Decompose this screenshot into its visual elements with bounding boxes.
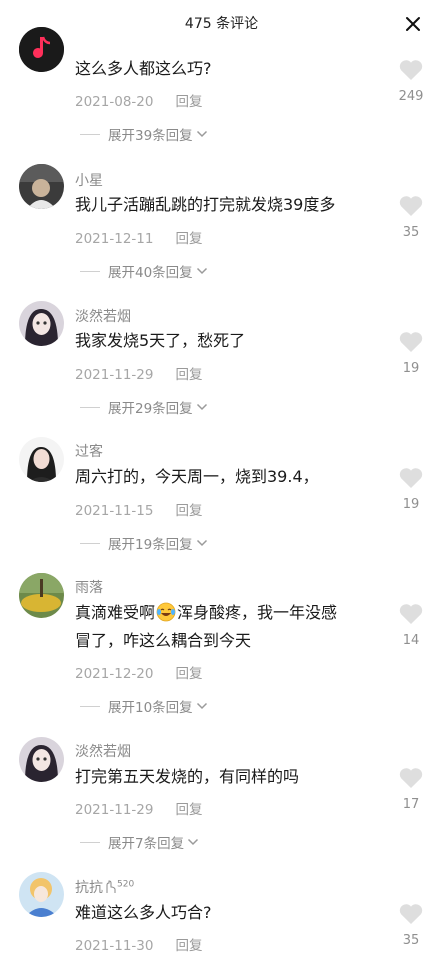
expand-replies-label: 展开10条回复 (108, 700, 193, 716)
comment-meta: 2021-11-29 回复 (75, 363, 202, 383)
divider (80, 542, 100, 544)
like-button[interactable]: 14 (395, 603, 427, 648)
expand-replies-button[interactable]: 展开19条回复 (80, 533, 208, 553)
chevron-down-icon (196, 126, 208, 142)
chevron-down-icon (196, 698, 208, 714)
like-button[interactable]: 249 (395, 59, 427, 104)
heart-icon (399, 604, 423, 624)
like-count: 35 (402, 225, 420, 240)
like-count: 17 (402, 797, 420, 812)
heart-icon (399, 196, 423, 216)
reply-button[interactable]: 回复 (175, 666, 202, 682)
comment-text-part: 真滴难受啊 (75, 603, 156, 622)
close-button[interactable] (405, 16, 421, 32)
avatar[interactable] (19, 27, 64, 72)
comment-meta: 2021-08-20 回复 (75, 90, 202, 110)
comment-text: 我儿子活蹦乱跳的打完就发烧39度多 (75, 195, 336, 214)
comment-meta: 2021-12-11 回复 (75, 227, 202, 247)
comment-meta: 2021-11-15 回复 (75, 499, 202, 519)
avatar[interactable] (19, 872, 64, 917)
like-button[interactable]: 35 (395, 195, 427, 240)
avatar[interactable] (19, 301, 64, 346)
heart-icon (399, 332, 423, 352)
comment-meta: 2021-11-30 回复 (75, 934, 202, 954)
expand-replies-button[interactable]: 展开39条回复 (80, 124, 208, 144)
heart-icon (399, 468, 423, 488)
expand-replies-label: 展开29条回复 (108, 401, 193, 417)
comment-username[interactable]: 小星 (75, 170, 103, 190)
avatar[interactable] (19, 437, 64, 482)
reply-button[interactable]: 回复 (175, 367, 202, 383)
chevron-down-icon (196, 399, 208, 415)
comment-username[interactable]: 淡然若烟 (75, 306, 131, 326)
chevron-down-icon (196, 535, 208, 551)
comment-date: 2021-11-29 (75, 802, 154, 818)
chevron-down-icon (187, 834, 199, 850)
expand-replies-label: 展开39条回复 (108, 128, 193, 144)
reply-button[interactable]: 回复 (175, 938, 202, 954)
chevron-down-icon (196, 263, 208, 279)
comment-date: 2021-12-20 (75, 666, 154, 682)
comment-text: 周六打的，今天周一，烧到39.4， (75, 467, 319, 486)
comment-meta: 2021-12-20 回复 (75, 662, 202, 682)
avatar[interactable] (19, 573, 64, 618)
avatar[interactable] (19, 737, 64, 782)
reply-button[interactable]: 回复 (175, 503, 202, 519)
avatar[interactable] (19, 164, 64, 209)
comment-date: 2021-08-20 (75, 94, 154, 110)
comment-username[interactable]: 雨落 (75, 577, 103, 597)
comment-text: 难道这么多人巧合? (75, 903, 212, 922)
divider (80, 705, 100, 707)
like-count: 249 (398, 89, 424, 104)
divider (80, 406, 100, 408)
heart-icon (399, 60, 423, 80)
divider (80, 270, 100, 272)
like-count: 35 (402, 933, 420, 948)
comment-text: 这么多人都这么巧? (75, 59, 212, 78)
reply-button[interactable]: 回复 (175, 231, 202, 247)
comment-date: 2021-11-29 (75, 367, 154, 383)
like-button[interactable]: 17 (395, 767, 427, 812)
expand-replies-label: 展开40条回复 (108, 265, 193, 281)
like-count: 19 (402, 361, 420, 376)
comment-username[interactable]: 过客 (75, 441, 103, 461)
expand-replies-label: 展开7条回复 (108, 836, 185, 852)
divider (80, 133, 100, 135)
expand-replies-button[interactable]: 展开40条回复 (80, 261, 208, 281)
expand-replies-button[interactable]: 展开29条回复 (80, 397, 208, 417)
comment-text: 打完第五天发烧的，有同样的吗 (75, 767, 300, 786)
expand-replies-label: 展开19条回复 (108, 537, 193, 553)
like-button[interactable]: 19 (395, 331, 427, 376)
comment-date: 2021-11-30 (75, 938, 154, 954)
comments-header: 475 条评论 (0, 0, 443, 46)
reply-button[interactable]: 回复 (175, 802, 202, 818)
expand-replies-button[interactable]: 展开7条回复 (80, 832, 199, 852)
like-count: 19 (402, 497, 420, 512)
comment-meta: 2021-11-29 回复 (75, 798, 202, 818)
comment-username[interactable]: 淡然若烟 (75, 741, 131, 761)
like-count: 14 (402, 633, 420, 648)
reply-button[interactable]: 回复 (175, 94, 202, 110)
close-icon (406, 17, 420, 31)
comment-text: 我家发烧5天了，愁死了 (75, 331, 246, 350)
comment-text: 真滴难受啊 浑身酸疼，我一年没感 (75, 600, 337, 626)
crying-laughing-emoji-icon (156, 602, 176, 622)
like-button[interactable]: 19 (395, 467, 427, 512)
comment-date: 2021-11-15 (75, 503, 154, 519)
heart-icon (399, 768, 423, 788)
comment-username-text: 抗抗 (75, 880, 103, 896)
username-tag: 520 (117, 879, 135, 890)
comment-text-line2: 冒了，咋这么耦合到今天 (75, 631, 252, 650)
expand-replies-button[interactable]: 展开10条回复 (80, 696, 208, 716)
comment-text-part: 浑身酸疼，我一年没感 (177, 603, 338, 622)
divider (80, 841, 100, 843)
heart-icon (399, 904, 423, 924)
like-button[interactable]: 35 (395, 903, 427, 948)
comment-username[interactable]: 抗抗 520 (75, 877, 134, 898)
comment-count-title: 475 条评论 (184, 16, 259, 32)
hand-heart-icon (105, 880, 117, 898)
comment-date: 2021-12-11 (75, 231, 154, 247)
